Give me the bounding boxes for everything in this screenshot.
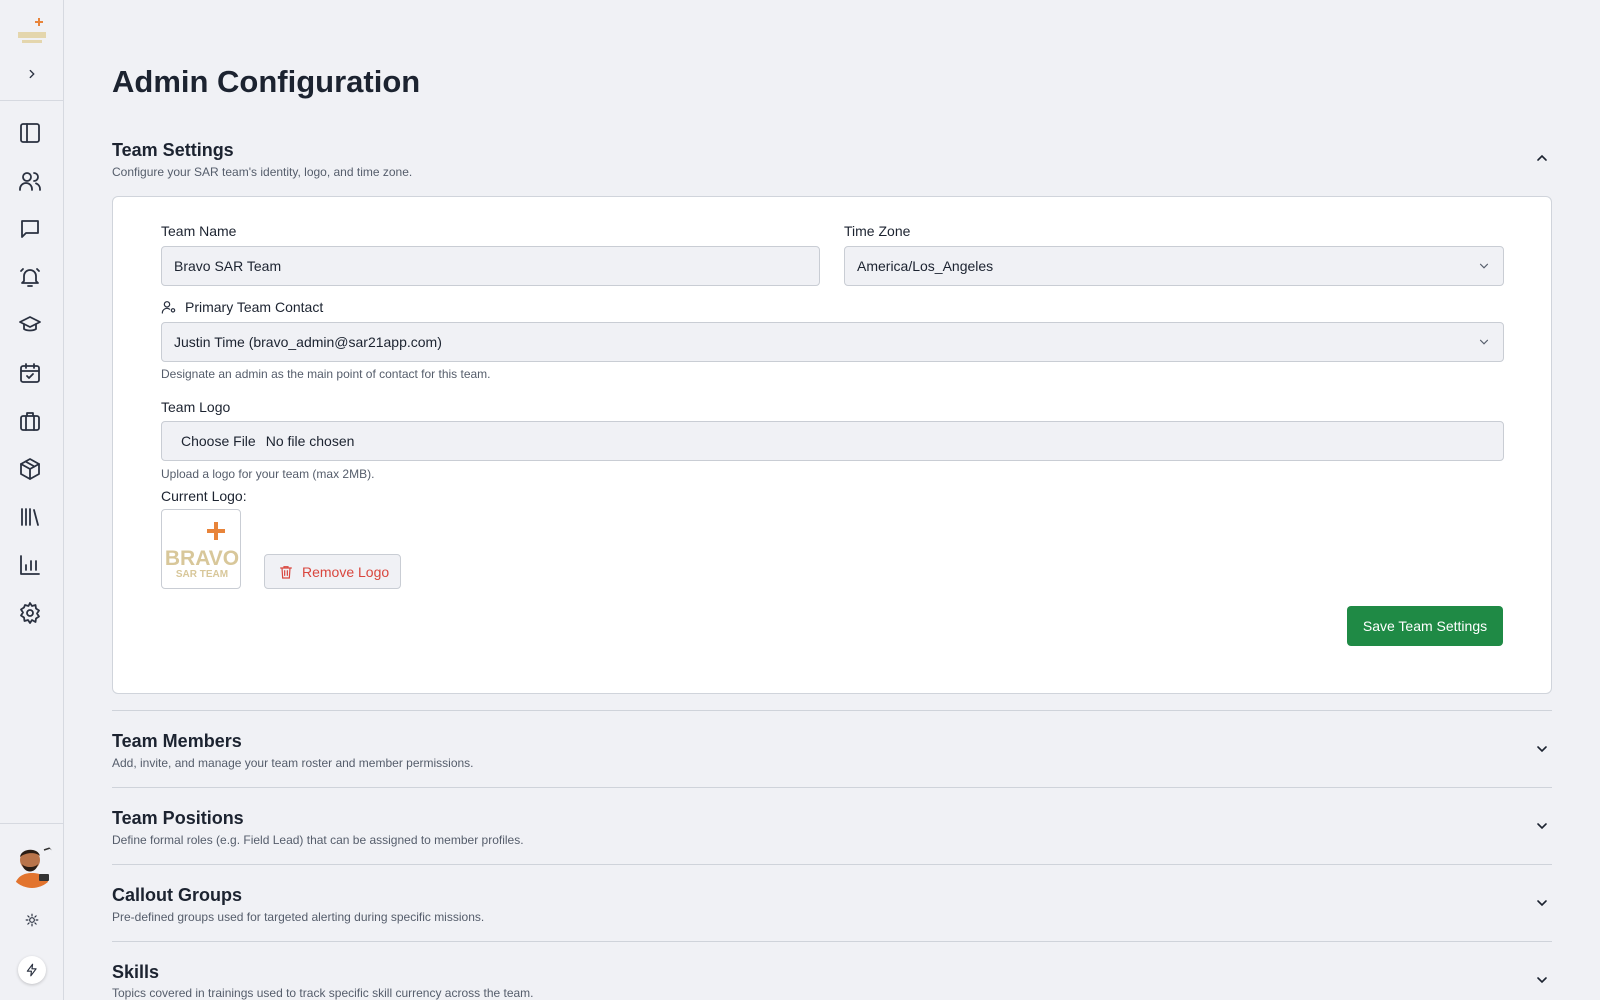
section-description: Define formal roles (e.g. Field Lead) th… xyxy=(112,833,524,847)
bell-icon[interactable] xyxy=(16,263,44,291)
choose-file-button[interactable]: Choose File xyxy=(181,433,256,449)
section-team-members-header[interactable]: Team Members Add, invite, and manage you… xyxy=(112,731,1552,770)
svg-text:BRAVO: BRAVO xyxy=(165,547,239,570)
section-team-positions-header[interactable]: Team Positions Define formal roles (e.g.… xyxy=(112,808,1552,847)
time-zone-value: America/Los_Angeles xyxy=(857,258,994,274)
user-cog-icon xyxy=(161,301,176,314)
svg-text:SAR TEAM: SAR TEAM xyxy=(176,569,228,580)
users-icon[interactable] xyxy=(16,167,44,195)
team-name-label: Team Name xyxy=(161,223,237,239)
bar-chart-icon[interactable] xyxy=(16,551,44,579)
expand-sidebar-button[interactable] xyxy=(22,64,42,84)
section-title: Callout Groups xyxy=(112,885,242,905)
chevron-down-icon[interactable] xyxy=(1534,741,1550,757)
chevron-down-icon[interactable] xyxy=(1534,818,1550,834)
current-logo-image: BRAVO SAR TEAM xyxy=(161,509,241,589)
library-icon[interactable] xyxy=(16,503,44,531)
primary-contact-label: Primary Team Contact xyxy=(161,299,323,315)
section-description: Configure your SAR team's identity, logo… xyxy=(112,165,413,179)
page-title: Admin Configuration xyxy=(112,64,421,99)
bolt-icon[interactable] xyxy=(18,956,46,984)
section-skills-header[interactable]: Skills Topics covered in trainings used … xyxy=(112,962,1552,1000)
team-name-value: Bravo SAR Team xyxy=(174,258,282,274)
sidebar-panel-icon[interactable] xyxy=(16,119,44,147)
gear-icon[interactable] xyxy=(16,599,44,627)
primary-contact-help: Designate an admin as the main point of … xyxy=(161,367,491,381)
section-team-settings-header[interactable]: Team Settings Configure your SAR team's … xyxy=(112,140,1552,179)
no-file-chosen-text: No file chosen xyxy=(265,433,355,449)
chevron-down-icon xyxy=(1479,263,1489,269)
team-logo-mini[interactable] xyxy=(16,14,48,48)
section-title: Team Positions xyxy=(112,808,244,828)
section-title: Team Members xyxy=(112,731,242,751)
theme-toggle-sun-icon[interactable] xyxy=(22,910,42,930)
section-callout-groups-header[interactable]: Callout Groups Pre-defined groups used f… xyxy=(112,885,1552,924)
team-logo-help: Upload a logo for your team (max 2MB). xyxy=(161,467,375,481)
team-logo-label: Team Logo xyxy=(161,399,231,415)
chevron-down-icon[interactable] xyxy=(1534,972,1550,988)
team-name-input[interactable]: Bravo SAR Team xyxy=(161,246,820,286)
primary-contact-select[interactable]: Justin Time (bravo_admin@sar21app.com) xyxy=(161,322,1504,362)
user-avatar[interactable] xyxy=(8,840,56,888)
time-zone-select[interactable]: America/Los_Angeles xyxy=(844,246,1504,286)
section-description: Add, invite, and manage your team roster… xyxy=(112,756,474,770)
section-title: Skills xyxy=(112,962,160,982)
chevron-down-icon[interactable] xyxy=(1534,895,1550,911)
section-title: Team Settings xyxy=(112,140,234,160)
graduation-cap-icon[interactable] xyxy=(16,311,44,339)
time-zone-label: Time Zone xyxy=(844,223,911,239)
save-team-settings-button[interactable]: Save Team Settings xyxy=(1347,606,1503,646)
team-settings-card: Team Name Bravo SAR Team Time Zone Ameri… xyxy=(112,196,1552,694)
section-description: Pre-defined groups used for targeted ale… xyxy=(112,910,485,924)
chat-icon[interactable] xyxy=(16,215,44,243)
trash-icon xyxy=(280,565,292,579)
current-logo-label: Current Logo: xyxy=(161,488,247,504)
chevron-down-icon xyxy=(1479,339,1489,345)
calendar-check-icon[interactable] xyxy=(16,359,44,387)
sidebar xyxy=(0,0,64,1000)
package-icon[interactable] xyxy=(16,455,44,483)
chevron-up-icon[interactable] xyxy=(1534,150,1550,166)
section-description: Topics covered in trainings used to trac… xyxy=(112,986,534,1000)
primary-contact-value: Justin Time (bravo_admin@sar21app.com) xyxy=(174,334,442,350)
team-logo-file-input[interactable]: Choose File No file chosen xyxy=(161,421,1504,461)
remove-logo-button[interactable]: Remove Logo xyxy=(264,554,401,589)
briefcase-icon[interactable] xyxy=(16,407,44,435)
